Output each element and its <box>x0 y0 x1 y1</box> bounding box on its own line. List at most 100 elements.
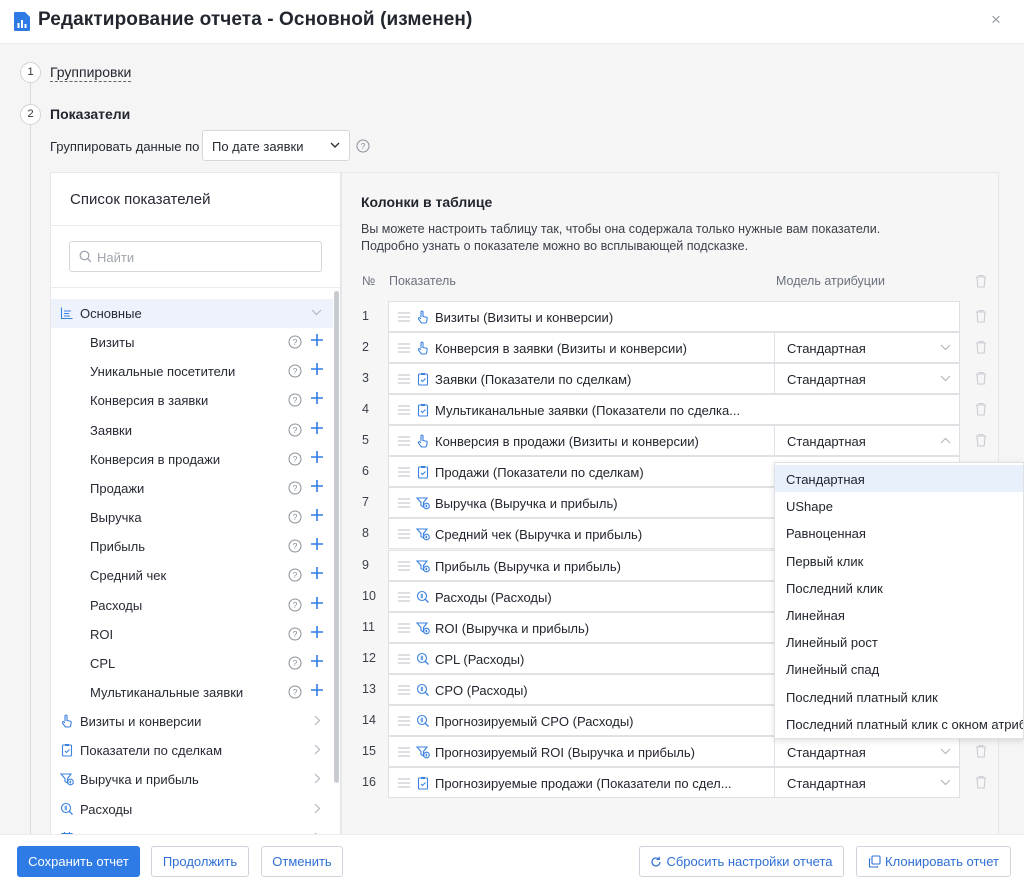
help-icon[interactable]: ? <box>288 685 302 699</box>
add-icon[interactable] <box>310 625 324 639</box>
clone-report-button[interactable]: Клонировать отчет <box>856 846 1011 877</box>
continue-button[interactable]: Продолжить <box>151 846 249 877</box>
group-by-select[interactable]: По дате заявки <box>202 130 350 161</box>
attribution-value: Стандартная <box>787 372 866 388</box>
drag-handle-icon[interactable] <box>398 592 410 602</box>
drag-handle-icon[interactable] <box>398 716 410 726</box>
add-icon[interactable] <box>310 596 324 610</box>
column-item[interactable]: Прогнозируемые продажи (Показатели по сд… <box>388 767 960 799</box>
scrollbar[interactable] <box>334 291 339 783</box>
dropdown-option[interactable]: Последний платный клик <box>775 683 1023 710</box>
help-icon[interactable]: ? <box>288 510 302 524</box>
attribution-select[interactable]: Стандартная <box>774 768 960 798</box>
metrics-list-panel: Список показателей Найти Основные Визиты?… <box>50 172 341 836</box>
trash-icon[interactable] <box>975 433 987 447</box>
help-icon[interactable]: ? <box>288 335 302 349</box>
dropdown-option[interactable]: Последний платный клик с окном атрибуции <box>775 710 1023 737</box>
add-icon[interactable] <box>310 362 324 376</box>
dropdown-option[interactable]: Равноценная <box>775 519 1023 546</box>
column-item[interactable]: Конверсия в продажи (Визиты и конверсии)… <box>388 425 960 457</box>
column-label: Продажи (Показатели по сделкам) <box>435 465 644 481</box>
tree-category-item[interactable]: Выручка и прибыль <box>51 765 333 794</box>
cancel-button[interactable]: Отменить <box>261 846 343 877</box>
tree-category-item[interactable]: Визиты и конверсии <box>51 707 333 736</box>
dropdown-option[interactable]: Линейная <box>775 601 1023 628</box>
save-report-button[interactable]: Сохранить отчет <box>17 846 140 877</box>
drag-handle-icon[interactable] <box>398 560 410 571</box>
attribution-select[interactable]: Стандартная <box>774 364 960 394</box>
drag-handle-icon[interactable] <box>398 436 410 446</box>
column-item[interactable]: Прогнозируемый ROI (Выручка и прибыль) Ст… <box>388 735 960 767</box>
column-item[interactable]: Мультиканальные заявки (Показатели по сд… <box>388 394 960 426</box>
dropdown-option[interactable]: Линейный рост <box>775 628 1023 655</box>
attribution-select[interactable]: Стандартная <box>774 736 960 766</box>
drag-handle-icon[interactable] <box>398 685 410 695</box>
trash-icon[interactable] <box>975 340 987 354</box>
reset-settings-button[interactable]: Сбросить настройки отчета <box>639 846 844 877</box>
drag-handle-icon[interactable] <box>398 654 410 664</box>
add-icon[interactable] <box>310 479 324 493</box>
add-icon[interactable] <box>310 508 324 522</box>
drag-handle-icon[interactable] <box>398 529 410 540</box>
help-icon[interactable]: ? <box>288 423 302 437</box>
help-icon[interactable]: ? <box>288 393 302 407</box>
table-row: 1 Визиты (Визиты и конверсии) <box>342 301 1000 332</box>
add-icon[interactable] <box>310 333 324 347</box>
drag-handle-icon[interactable] <box>398 623 410 633</box>
add-icon[interactable] <box>310 421 324 435</box>
drag-handle-icon[interactable] <box>398 374 410 384</box>
help-icon[interactable]: ? <box>288 627 302 641</box>
drag-handle-icon[interactable] <box>398 312 410 322</box>
trash-icon[interactable] <box>975 402 987 416</box>
dropdown-option[interactable]: Линейный спад <box>775 655 1023 682</box>
tree-category-basic[interactable]: Основные <box>51 299 333 328</box>
drag-handle-icon[interactable] <box>398 778 410 788</box>
column-item[interactable]: Заявки (Показатели по сделкам) Стандартна… <box>388 363 960 395</box>
columns-description-line-1: Вы можете настроить таблицу так, чтобы о… <box>361 222 881 236</box>
column-item[interactable]: Конверсия в заявки (Визиты и конверсии) С… <box>388 332 960 364</box>
tree-category-item[interactable]: Показатели по сделкам <box>51 736 333 765</box>
step-1-groupings-link[interactable]: Группировки <box>50 64 132 82</box>
help-icon[interactable]: ? <box>288 656 302 670</box>
add-icon[interactable] <box>310 654 324 668</box>
dropdown-option[interactable]: Стандартная <box>775 465 1023 492</box>
help-icon[interactable]: ? <box>288 539 302 553</box>
drag-handle-icon[interactable] <box>398 498 410 509</box>
close-button[interactable]: × <box>986 10 1006 30</box>
help-icon[interactable]: ? <box>288 452 302 466</box>
trash-icon[interactable] <box>975 744 987 758</box>
step-2-number: 2 <box>20 104 41 125</box>
add-icon[interactable] <box>310 391 324 405</box>
attribution-value: Стандартная <box>787 341 866 357</box>
tree-category-item[interactable]: Расходы <box>51 795 333 824</box>
attribution-value: Стандартная <box>787 776 866 792</box>
dropdown-option[interactable]: UShape <box>775 492 1023 519</box>
attribution-select[interactable]: Стандартная <box>774 333 960 363</box>
tree-metric-item: Расходы? <box>51 591 333 620</box>
help-icon[interactable]: ? <box>288 568 302 582</box>
help-icon[interactable]: ? <box>288 598 302 612</box>
help-icon[interactable]: ? <box>356 139 370 153</box>
dropdown-option[interactable]: Первый клик <box>775 547 1023 574</box>
help-icon[interactable]: ? <box>288 364 302 378</box>
trash-icon[interactable] <box>975 775 987 789</box>
help-icon[interactable]: ? <box>288 481 302 495</box>
add-icon[interactable] <box>310 683 324 697</box>
add-icon[interactable] <box>310 566 324 580</box>
trash-icon[interactable] <box>975 371 987 385</box>
search-input[interactable]: Найти <box>69 241 322 272</box>
drag-handle-icon[interactable] <box>398 747 410 757</box>
trash-icon[interactable] <box>975 309 987 323</box>
trash-icon[interactable] <box>975 274 987 288</box>
dropdown-option[interactable]: Последний клик <box>775 574 1023 601</box>
drag-handle-icon[interactable] <box>398 343 410 353</box>
dropdown-option-label: Первый клик <box>786 553 864 569</box>
chevron-down-icon <box>940 375 951 382</box>
drag-handle-icon[interactable] <box>398 405 410 415</box>
column-item[interactable]: Визиты (Визиты и конверсии) <box>388 301 960 332</box>
attribution-select[interactable]: Стандартная <box>774 426 960 456</box>
tree-metric-label: CPL <box>90 655 116 671</box>
add-icon[interactable] <box>310 537 324 551</box>
drag-handle-icon[interactable] <box>398 467 410 477</box>
add-icon[interactable] <box>310 450 324 464</box>
